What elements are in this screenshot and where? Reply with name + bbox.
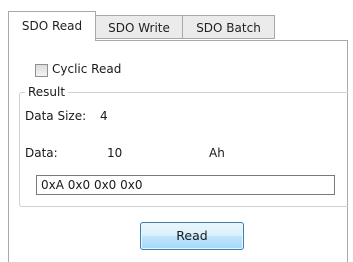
- cyclic-read-checkbox[interactable]: [35, 64, 48, 77]
- data-label: Data:: [25, 146, 58, 160]
- cyclic-read-label[interactable]: Cyclic Read: [52, 62, 121, 76]
- tab-sdo-write[interactable]: SDO Write: [95, 15, 183, 39]
- tab-sdo-read[interactable]: SDO Read: [8, 11, 96, 41]
- data-size-value: 4: [100, 109, 108, 123]
- data-unit: Ah: [209, 146, 225, 160]
- data-size-label: Data Size:: [25, 109, 87, 123]
- read-button[interactable]: Read: [140, 222, 244, 250]
- data-bytes-field[interactable]: 0xA 0x0 0x0 0x0: [36, 175, 335, 195]
- data-value: 10: [107, 146, 123, 160]
- result-group-title: Result: [25, 85, 69, 99]
- tab-sdo-batch[interactable]: SDO Batch: [182, 15, 275, 39]
